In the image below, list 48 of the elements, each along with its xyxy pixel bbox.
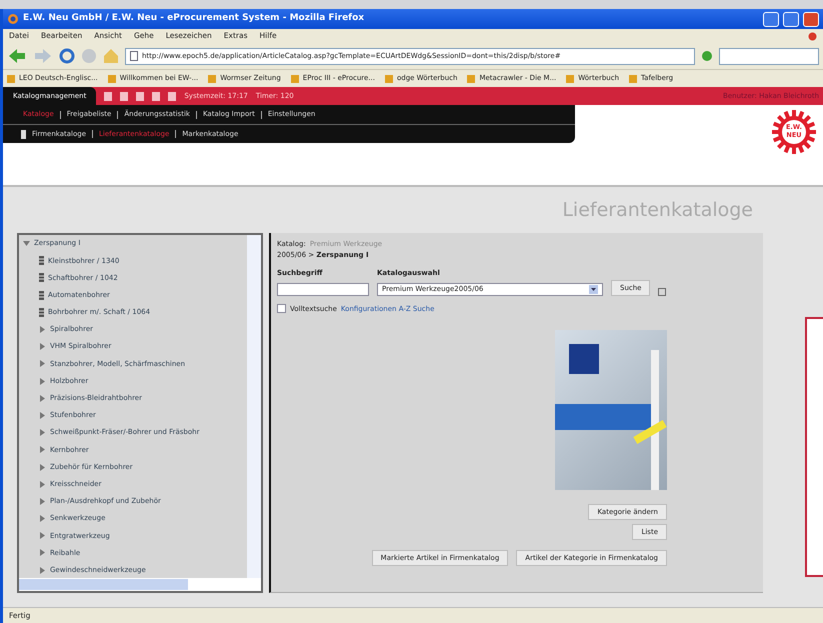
collapsed-icon[interactable]: [39, 498, 46, 505]
go-icon[interactable]: [701, 50, 713, 62]
bookmark-icon: [290, 74, 299, 82]
browser-icon: [7, 13, 19, 25]
dropdown-icon[interactable]: [589, 284, 598, 294]
search-term-field[interactable]: [277, 282, 369, 296]
horizontal-scrollbar[interactable]: [19, 578, 261, 591]
reload-icon[interactable]: [59, 48, 75, 64]
bookmark-icon: [7, 74, 15, 82]
back-icon[interactable]: [7, 48, 27, 64]
expanded-icon[interactable]: [23, 240, 30, 248]
collapsed-icon[interactable]: [39, 360, 46, 368]
search-field[interactable]: [719, 48, 819, 64]
close-button[interactable]: [803, 12, 819, 26]
document-icon: [39, 308, 44, 317]
collapsed-icon[interactable]: [39, 480, 46, 488]
document-icon: [39, 273, 44, 282]
window-title: E.W. Neu GmbH / E.W. Neu - eProcurement System - Mozilla Firefox: [23, 12, 366, 26]
collapsed-icon[interactable]: [39, 532, 46, 540]
document-icon: [39, 290, 44, 300]
collapsed-icon[interactable]: [39, 378, 46, 385]
collapsed-icon[interactable]: [39, 566, 46, 574]
document-icon: [39, 256, 44, 266]
collapsed-icon[interactable]: [39, 429, 46, 436]
bookmark-icon: [566, 74, 574, 82]
collapsed-icon[interactable]: [39, 549, 46, 556]
maximize-button[interactable]: [783, 12, 799, 26]
logo-drawing: [771, 109, 817, 155]
page-icon: [130, 51, 138, 61]
document-icon: [21, 130, 26, 138]
collapsed-icon[interactable]: [39, 412, 46, 419]
page-title: Lieferantenkataloge: [562, 198, 753, 223]
bookmark-icon: [629, 74, 638, 82]
collapsed-icon[interactable]: [39, 515, 46, 522]
collapsed-icon[interactable]: [39, 343, 46, 350]
bookmark-icon: [108, 74, 116, 82]
collapsed-icon[interactable]: [39, 394, 46, 402]
minimize-button[interactable]: [763, 12, 779, 26]
throbber-icon: [808, 32, 817, 40]
collapsed-icon[interactable]: [39, 446, 46, 454]
bookmark-icon: [384, 74, 393, 82]
vertical-scrollbar[interactable]: [247, 235, 261, 578]
fulltext-checkbox[interactable]: [277, 304, 286, 314]
info-icon[interactable]: [658, 288, 666, 296]
bookmark-icon: [467, 74, 476, 82]
collapsed-icon[interactable]: [39, 326, 46, 334]
collapsed-icon[interactable]: [39, 464, 46, 471]
bookmark-icon: [208, 74, 216, 82]
